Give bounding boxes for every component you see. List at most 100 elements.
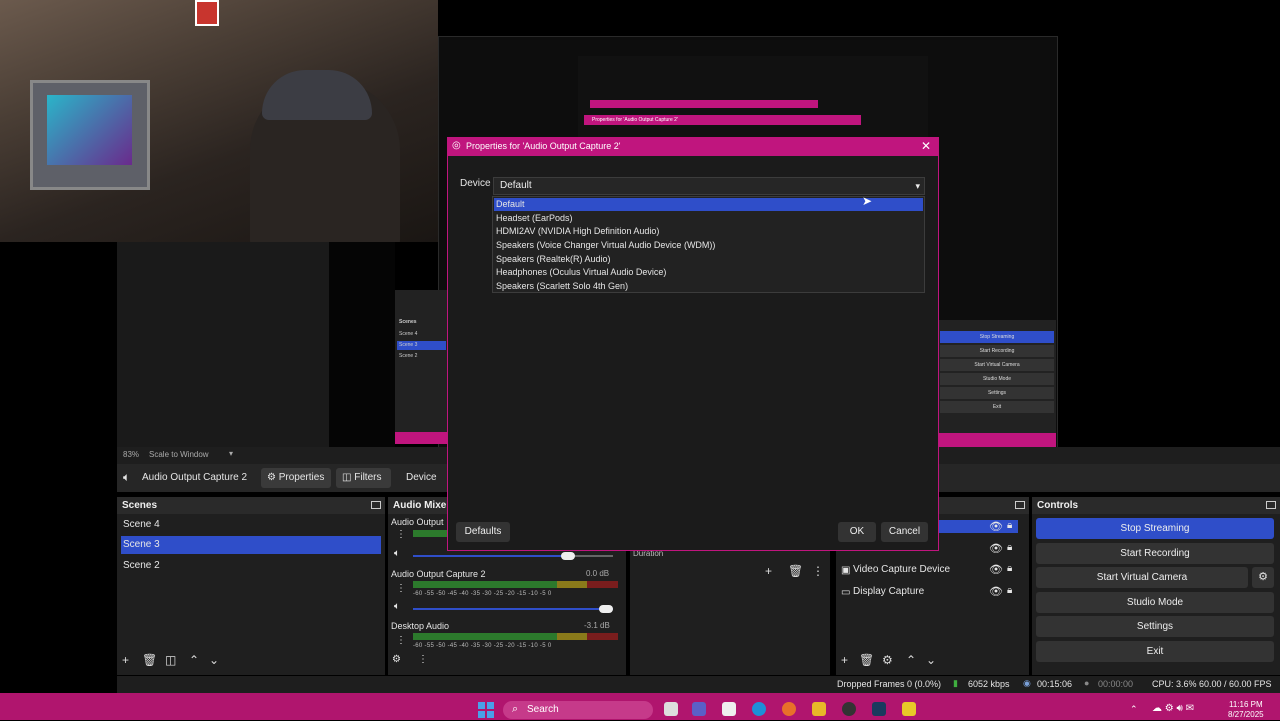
gear-icon[interactable]: ⚙ [1252, 567, 1274, 588]
camera-icon: ▣ [841, 565, 851, 576]
lock-icon[interactable]: 🔒︎ [1007, 563, 1012, 574]
chevron-down-icon: ▾ [915, 181, 920, 191]
stream-time: 00:15:06 [1037, 679, 1073, 689]
menu-icon[interactable]: ⋮ [418, 654, 428, 665]
close-icon[interactable]: ✕ [921, 139, 931, 153]
device-option[interactable]: Speakers (Scarlett Solo 4th Gen) [494, 280, 923, 293]
move-down-icon[interactable]: ⌄ [926, 653, 936, 667]
undock-icon[interactable] [1266, 501, 1276, 509]
mini-scenes-panel: Scenes Scene 4 Scene 3 Scene 2 [395, 290, 448, 440]
menu-icon[interactable]: ⋮ [396, 529, 406, 540]
ok-button[interactable]: OK [838, 522, 876, 542]
move-down-icon[interactable]: ⌄ [209, 653, 219, 667]
lock-icon[interactable]: 🔒︎ [1007, 585, 1012, 596]
eye-icon[interactable]: 👁︎ [989, 585, 1003, 598]
speaker-icon[interactable]: 🔈︎ [394, 548, 400, 559]
obs-icon: ◎ [452, 140, 461, 151]
add-icon[interactable]: + [841, 653, 848, 667]
menu-icon[interactable]: ⋮ [396, 635, 406, 646]
properties-button[interactable]: ⚙ Properties [261, 468, 331, 488]
filter-icon[interactable]: ◫ [165, 653, 176, 667]
task-view-icon[interactable] [664, 702, 678, 716]
device-option[interactable]: Speakers (Realtek(R) Audio) [494, 253, 923, 266]
mouse-cursor-icon: ➤ [862, 194, 873, 208]
exit-button[interactable]: Exit [1036, 641, 1274, 662]
trash-icon[interactable]: 🗑︎ [788, 564, 803, 578]
lock-icon[interactable]: 🔒︎ [1007, 520, 1012, 531]
volume-slider[interactable] [413, 552, 613, 560]
mini-taskbar-left [395, 432, 448, 444]
scenes-title: Scenes [117, 497, 385, 514]
device-select[interactable]: Default ▾ [493, 177, 925, 195]
stop-streaming-button[interactable]: Stop Streaming [1036, 518, 1274, 539]
scene-item[interactable]: Scene 2 [121, 557, 381, 575]
steam-icon[interactable] [872, 702, 886, 716]
chevron-down-icon[interactable]: ▾ [229, 449, 233, 458]
menu-icon[interactable]: ⋮ [396, 583, 406, 594]
start-recording-button[interactable]: Start Recording [1036, 543, 1274, 564]
start-virtual-camera-button[interactable]: Start Virtual Camera [1036, 567, 1248, 588]
filters-button[interactable]: ◫ Filters [336, 468, 391, 488]
monitor-icon: ▭ [841, 587, 851, 598]
mixer-db: 0.0 dB [586, 569, 610, 578]
scenes-dock: Scenes Scene 4 Scene 3 Scene 2 + 🗑︎ ◫ ⌃ … [117, 497, 385, 675]
mini-taskbar-right [938, 433, 1056, 447]
webcam-feed [0, 0, 438, 242]
cancel-button[interactable]: Cancel [881, 522, 928, 542]
volume-slider[interactable] [413, 605, 613, 613]
gear-icon[interactable]: ⚙ [882, 653, 893, 667]
eye-icon[interactable]: 👁︎ [989, 542, 1003, 555]
settings-button[interactable]: Settings [1036, 616, 1274, 637]
defaults-button[interactable]: Defaults [456, 522, 510, 542]
trash-icon[interactable]: 🗑︎ [859, 653, 874, 667]
tray-icons[interactable]: ☁ ⚙ 🔊︎ ✉ [1152, 703, 1194, 714]
preview-gray-region [117, 242, 329, 447]
device-option[interactable]: Headset (EarPods) [494, 212, 923, 225]
undock-icon[interactable] [371, 501, 381, 509]
obs-icon[interactable] [842, 702, 856, 716]
add-icon[interactable]: + [122, 653, 129, 667]
trash-icon[interactable]: 🗑︎ [142, 653, 157, 667]
controls-title: Controls [1032, 497, 1280, 514]
filters-label: Filters [354, 472, 382, 483]
source-item[interactable]: Video Capture Device [853, 564, 950, 575]
mixer-db: -3.1 dB [584, 621, 610, 630]
speaker-icon: 🔈︎ [123, 470, 131, 484]
chevron-up-icon[interactable]: ⌃ [1130, 704, 1138, 715]
move-up-icon[interactable]: ⌃ [189, 653, 199, 667]
speaker-icon[interactable]: 🔈︎ [394, 601, 400, 612]
taskbar-search[interactable]: Search [503, 701, 653, 719]
edge-icon[interactable] [752, 702, 766, 716]
firefox-icon[interactable] [782, 702, 796, 716]
eye-icon[interactable]: 👁︎ [989, 563, 1003, 576]
scale-mode-dropdown[interactable]: Scale to Window [149, 450, 209, 459]
scene-item[interactable]: Scene 3 [121, 536, 381, 554]
app-icon[interactable] [902, 702, 916, 716]
device-option[interactable]: Headphones (Oculus Virtual Audio Device) [494, 266, 923, 279]
volume-meter [413, 581, 618, 588]
undock-icon[interactable] [1015, 501, 1025, 509]
gear-icon[interactable]: ⚙ [392, 654, 401, 665]
device-option[interactable]: HDMI2AV (NVIDIA High Definition Audio) [494, 225, 923, 238]
teams-icon[interactable] [692, 702, 706, 716]
clock-time[interactable]: 11:16 PM [1229, 700, 1263, 709]
add-icon[interactable]: + [765, 564, 772, 578]
move-up-icon[interactable]: ⌃ [906, 653, 916, 667]
filter-icon: ◫ [342, 472, 352, 483]
studio-mode-button[interactable]: Studio Mode [1036, 592, 1274, 613]
source-item-selected[interactable] [938, 520, 1018, 533]
eye-icon[interactable]: 👁︎ [989, 520, 1003, 533]
device-option[interactable]: Speakers (Voice Changer Virtual Audio De… [494, 239, 923, 252]
source-item[interactable]: Display Capture [853, 586, 924, 597]
scene-item[interactable]: Scene 4 [121, 516, 381, 534]
menu-icon[interactable]: ⋮ [812, 564, 824, 578]
windows-start-icon[interactable] [478, 702, 494, 718]
mixer-channel-name: Audio Output [391, 517, 444, 527]
folder-icon[interactable] [812, 702, 826, 716]
device-option[interactable]: Default [494, 198, 923, 211]
bitrate: 6052 kbps [968, 679, 1010, 689]
lock-icon[interactable]: 🔒︎ [1007, 542, 1012, 553]
device-select-value: Default [500, 180, 532, 191]
clock-date[interactable]: 8/27/2025 [1228, 710, 1264, 719]
store-icon[interactable] [722, 702, 736, 716]
